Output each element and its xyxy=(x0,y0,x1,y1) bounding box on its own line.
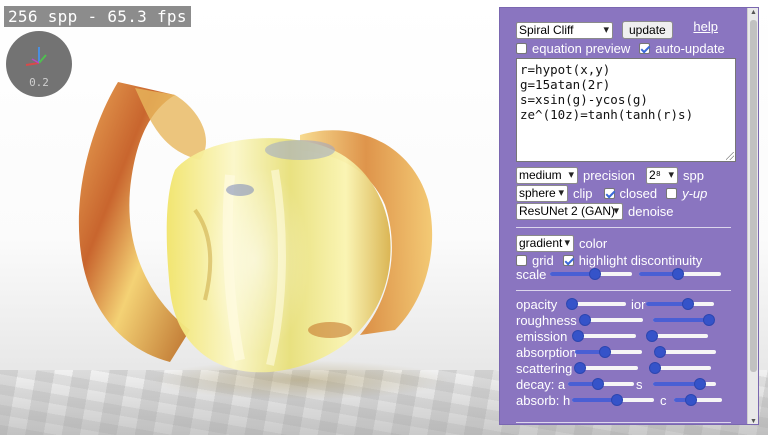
scroll-up-icon[interactable]: ▲ xyxy=(749,9,758,16)
slider-label: absorb: h xyxy=(516,393,571,408)
slider-secondary-label: s xyxy=(636,377,643,392)
slider-secondary-label: c xyxy=(660,393,667,408)
material-slider-row: emission xyxy=(516,329,736,344)
highlight-discontinuity-label: highlight discontinuity xyxy=(578,252,703,268)
slider-secondary[interactable] xyxy=(654,345,716,359)
slider-knob[interactable] xyxy=(682,298,695,310)
scale-slider-2[interactable] xyxy=(639,267,721,281)
slider-primary[interactable] xyxy=(566,297,626,311)
slider-primary[interactable] xyxy=(574,361,638,375)
grid-checkbox[interactable] xyxy=(516,254,527,266)
slider-secondary[interactable] xyxy=(646,297,714,311)
slider-label: absorption xyxy=(516,345,577,360)
color-label: color xyxy=(579,235,608,251)
slider-secondary[interactable] xyxy=(646,329,708,343)
slider-knob[interactable] xyxy=(611,394,624,406)
slider-label: scattering xyxy=(516,361,573,376)
help-link[interactable]: help xyxy=(693,19,718,34)
slider-secondary[interactable] xyxy=(674,393,722,407)
material-slider-row: absorb: h c xyxy=(516,393,736,408)
spp-label: spp xyxy=(683,167,704,183)
material-slider-row: absorption xyxy=(516,345,736,360)
scale-label: scale xyxy=(516,267,547,282)
auto-update-label: auto-update xyxy=(655,40,725,56)
y-up-checkbox[interactable] xyxy=(666,187,678,199)
divider xyxy=(516,227,731,228)
color-select[interactable]: gradient xyxy=(516,234,574,252)
slider-knob[interactable] xyxy=(574,362,586,374)
slider-knob[interactable] xyxy=(566,298,578,310)
axes-scale-label: 0.2 xyxy=(29,76,49,89)
slider-knob[interactable] xyxy=(694,378,707,390)
panel-scrollbar[interactable]: ▲ ▼ xyxy=(747,8,758,424)
axes-gizmo[interactable]: 0.2 xyxy=(6,31,72,97)
slider-fill xyxy=(653,382,701,386)
slider-label: emission xyxy=(516,329,568,344)
slider-primary[interactable] xyxy=(568,377,634,391)
slider-knob[interactable] xyxy=(589,268,602,280)
material-slider-row: decay: a s xyxy=(516,377,736,392)
scale-slider-1[interactable] xyxy=(550,267,632,281)
equation-editor[interactable]: r=hypot(x,y) g=15atan(2r) s=xsin(g)-ycos… xyxy=(516,58,736,162)
slider-knob[interactable] xyxy=(579,314,591,326)
spp-select[interactable]: 2⁸ xyxy=(646,166,679,184)
y-up-label: y-up xyxy=(682,185,708,201)
slider-secondary[interactable] xyxy=(653,377,716,391)
equation-preview-label: equation preview xyxy=(532,40,631,56)
divider xyxy=(516,290,731,291)
slider-knob[interactable] xyxy=(646,330,658,342)
slider-label: decay: a xyxy=(516,377,566,392)
material-slider-row: opacity ior xyxy=(516,297,736,312)
slider-knob[interactable] xyxy=(684,394,697,406)
slider-label: roughness xyxy=(516,313,577,328)
precision-select[interactable]: medium xyxy=(516,166,578,184)
slider-knob[interactable] xyxy=(591,378,604,390)
slider-knob[interactable] xyxy=(703,314,715,326)
render-stats: 256 spp - 65.3 fps xyxy=(4,6,191,27)
equation-line: s=xsin(g)-ycos(g) xyxy=(520,92,648,107)
update-button[interactable]: update xyxy=(622,21,673,39)
precision-label: precision xyxy=(583,167,636,183)
slider-knob[interactable] xyxy=(654,346,666,358)
slider-primary[interactable] xyxy=(575,345,642,359)
denoise-label: denoise xyxy=(628,203,674,219)
slider-secondary[interactable] xyxy=(653,313,715,327)
slider-primary[interactable] xyxy=(572,393,654,407)
preset-select[interactable]: Spiral Cliff xyxy=(516,21,613,39)
material-slider-row: roughness xyxy=(516,313,736,328)
slider-knob[interactable] xyxy=(672,268,685,280)
equation-line: g=15atan(2r) xyxy=(520,77,611,92)
equation-preview-checkbox[interactable] xyxy=(516,42,527,54)
scale-row: scale xyxy=(516,267,736,282)
scroll-down-icon[interactable]: ▼ xyxy=(749,418,758,424)
slider-label: opacity xyxy=(516,297,558,312)
grid-label: grid xyxy=(532,252,554,268)
resize-grip-icon[interactable] xyxy=(726,152,734,160)
control-panel: Spiral Cliff update help equation previe… xyxy=(499,7,759,425)
slider-knob[interactable] xyxy=(572,330,584,342)
slider-secondary-label: ior xyxy=(631,297,646,312)
divider xyxy=(516,422,731,423)
equation-line: ze^(10z)=tanh(tanh(r)s) xyxy=(520,107,694,122)
denoise-select[interactable]: ResUNet 2 (GAN) xyxy=(516,202,623,220)
closed-checkbox[interactable] xyxy=(603,187,615,199)
slider-knob[interactable] xyxy=(649,362,661,374)
equation-line: r=hypot(x,y) xyxy=(520,62,611,77)
slider-secondary[interactable] xyxy=(649,361,711,375)
slider-primary[interactable] xyxy=(572,329,636,343)
scrollbar-thumb[interactable] xyxy=(750,20,757,372)
highlight-discontinuity-checkbox[interactable] xyxy=(562,254,574,266)
clip-label: clip xyxy=(573,185,593,201)
clip-select[interactable]: sphere xyxy=(516,184,568,202)
slider-primary[interactable] xyxy=(579,313,643,327)
material-slider-row: scattering xyxy=(516,361,736,376)
slider-knob[interactable] xyxy=(599,346,612,358)
auto-update-checkbox[interactable] xyxy=(639,42,651,54)
closed-label: closed xyxy=(619,185,658,201)
